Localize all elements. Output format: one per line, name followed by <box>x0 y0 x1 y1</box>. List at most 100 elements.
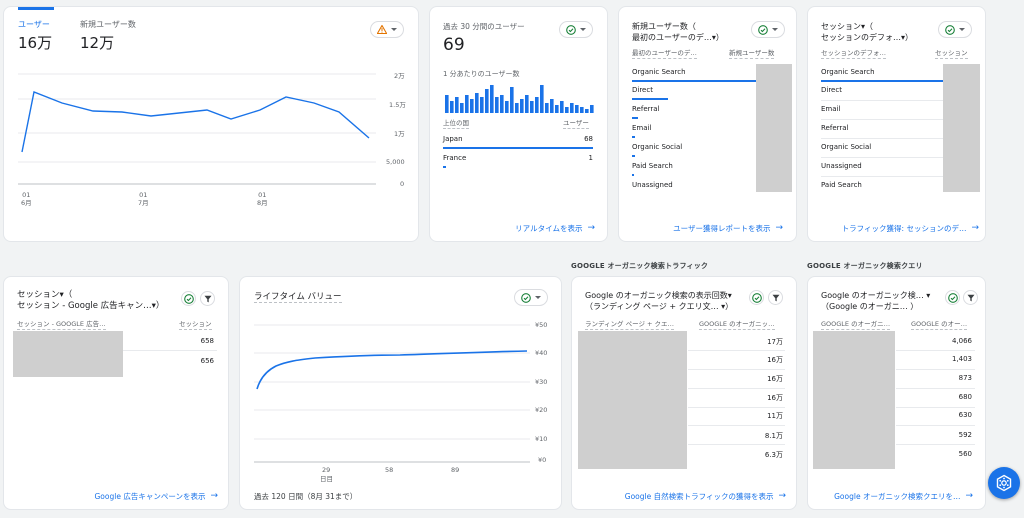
data-quality-ok-button[interactable] <box>559 21 593 38</box>
title-line: （Google のオーガニ… ） <box>821 302 919 311</box>
users-line-chart <box>18 73 376 185</box>
row-divider <box>896 388 975 389</box>
channel-label: Email <box>821 105 841 113</box>
per-minute-bar <box>480 97 484 113</box>
column-header-dimension: ランディング ページ + クエ… <box>585 320 675 330</box>
channel-label: Organic Search <box>632 68 686 76</box>
channel-label: Email <box>632 124 652 132</box>
per-minute-bar <box>560 101 564 113</box>
per-minute-bar <box>540 85 544 113</box>
row-divider <box>896 407 975 408</box>
filter-button[interactable] <box>200 291 215 306</box>
data-quality-ok-button[interactable] <box>749 290 764 305</box>
column-header-metric: セッション <box>935 49 968 59</box>
row-divider <box>123 350 217 351</box>
view-organic-queries-link[interactable]: Google オーガニック検索クエリを… → <box>834 491 973 502</box>
row-divider <box>688 444 785 445</box>
impressions-value: 17万 <box>767 338 783 346</box>
x-tick-day: 01 <box>22 191 31 199</box>
column-header-metric: GOOGLE のオー… <box>911 320 968 330</box>
impressions-value: 8.1万 <box>764 432 783 440</box>
y-tick: ¥20 <box>535 406 548 414</box>
per-minute-bar <box>510 87 514 113</box>
title-line: 最初のユーザーのデ…▾） <box>632 33 724 42</box>
query-value: 592 <box>958 431 972 439</box>
card-title[interactable]: Google のオーガニック検… ▾ （Google のオーガニ… ） <box>821 290 930 312</box>
query-value: 680 <box>958 393 972 401</box>
y-tick: ¥40 <box>535 349 548 357</box>
impressions-value: 16万 <box>767 356 783 364</box>
card-title[interactable]: セッション▾（ セッション - Google 広告キャン…▾） <box>17 290 164 312</box>
filter-icon <box>204 295 211 302</box>
per-minute-bar <box>485 89 489 113</box>
x-tick-month: 6月 <box>21 199 32 207</box>
check-circle-icon <box>758 24 768 35</box>
per-minute-bar <box>505 101 509 113</box>
row-divider <box>821 176 943 177</box>
country-share-bar <box>443 166 446 168</box>
redacted-values <box>756 64 792 192</box>
per-minute-bar <box>450 101 454 113</box>
per-minute-bar-chart <box>445 85 594 113</box>
arrow-right-icon: → <box>971 223 979 233</box>
sessions-value: 656 <box>200 357 214 365</box>
per-minute-bar <box>465 95 469 113</box>
view-traffic-acquisition-link[interactable]: トラフィック獲得: セッションのデ… → <box>842 223 979 234</box>
channel-label: Organic Social <box>632 143 683 151</box>
per-minute-bar <box>585 109 589 113</box>
impressions-value: 16万 <box>767 394 783 402</box>
arrow-right-icon: → <box>965 491 973 501</box>
row-divider <box>688 369 785 370</box>
card-title[interactable]: 新規ユーザー数（ 最初のユーザーのデ…▾） <box>632 21 724 43</box>
chevron-down-icon <box>772 28 778 31</box>
data-quality-ok-button[interactable] <box>181 291 196 306</box>
row-divider <box>896 369 975 370</box>
insights-fab[interactable] <box>988 467 1020 499</box>
query-value: 4,066 <box>951 337 972 345</box>
per-minute-bar <box>520 99 524 113</box>
row-divider <box>896 444 975 445</box>
title-line: セッションのデフォ…▾） <box>821 33 914 42</box>
column-header-metric: セッション <box>179 320 212 330</box>
row-divider <box>821 138 943 139</box>
per-minute-bar <box>555 105 559 113</box>
lifetime-value-line-chart <box>254 324 530 463</box>
row-divider <box>688 388 785 389</box>
check-circle-icon <box>947 292 958 303</box>
chevron-down-icon <box>580 28 586 31</box>
data-quality-ok-button[interactable] <box>938 21 972 38</box>
section-title-organic-traffic: GOOGLE オーガニック検索トラフィック <box>571 262 709 270</box>
per-minute-label: 1 分あたりのユーザー数 <box>443 70 520 78</box>
channel-label: Referral <box>632 105 660 113</box>
data-quality-ok-button[interactable] <box>751 21 785 38</box>
x-tick: 01 7月 <box>138 191 149 207</box>
y-tick: 2万 <box>394 72 405 80</box>
channel-bar <box>632 174 634 176</box>
column-header-dimension: 最初のユーザーのデ… <box>632 49 697 59</box>
organic-search-queries-card: Google のオーガニック検… ▾ （Google のオーガニ… ） GOOG… <box>807 276 986 510</box>
channel-bar <box>821 80 943 82</box>
view-realtime-link[interactable]: リアルタイムを表示 → <box>515 223 595 234</box>
view-user-acquisition-link[interactable]: ユーザー獲得レポートを表示 → <box>673 223 783 234</box>
per-minute-bar <box>475 93 479 113</box>
row-divider <box>821 119 943 120</box>
view-google-ads-campaigns-link[interactable]: Google 広告キャンペーンを表示 → <box>94 491 218 502</box>
data-quality-ok-button[interactable] <box>945 290 960 305</box>
per-minute-bar <box>575 105 579 113</box>
google-ads-sessions-card: セッション▾（ セッション - Google 広告キャン…▾） セッション - … <box>3 276 229 510</box>
card-title[interactable]: セッション▾（ セッションのデフォ…▾） <box>821 21 913 43</box>
per-minute-bar <box>550 99 554 113</box>
redacted-labels <box>13 331 123 377</box>
check-circle-icon <box>183 293 194 304</box>
x-tick-unit: 日目 <box>320 475 333 483</box>
card-title[interactable]: Google のオーガニック検索の表示回数▾ （ランディング ページ + クエリ… <box>585 290 733 312</box>
per-minute-bar <box>525 95 529 113</box>
per-minute-bar <box>460 103 464 113</box>
view-organic-traffic-link[interactable]: Google 自然検索トラフィックの獲得を表示 → <box>625 491 786 502</box>
filter-button[interactable] <box>768 290 783 305</box>
country-name: Japan <box>443 135 463 143</box>
per-minute-bar <box>530 101 534 113</box>
y-tick: ¥0 <box>538 456 547 464</box>
filter-button[interactable] <box>963 290 978 305</box>
y-tick: 1万 <box>394 130 405 138</box>
